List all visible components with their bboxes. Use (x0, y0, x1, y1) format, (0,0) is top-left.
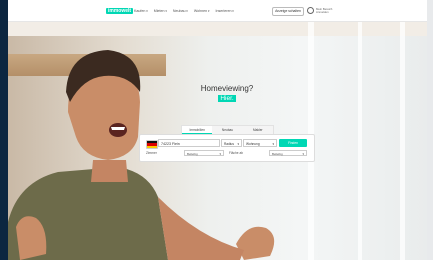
nav-item[interactable]: Kaufen (134, 9, 148, 13)
profile-menu[interactable]: Mein Bereich Anmelden (307, 7, 332, 14)
tab-immobilien[interactable]: Immobilien (182, 126, 213, 134)
germany-flag-icon (146, 140, 158, 149)
main-nav: Kaufen Mieten Neubau Wohnen Inserieren (134, 9, 234, 13)
location-input[interactable]: 74223 Flein (158, 139, 220, 147)
nav-item[interactable]: Wohnen (194, 9, 210, 13)
nav-item[interactable]: Neubau (173, 9, 188, 13)
create-listing-button[interactable]: Anzeige schalten (272, 7, 304, 16)
headline-text: Homeviewing? (200, 84, 254, 93)
area-select[interactable]: Beliebig (269, 150, 307, 157)
rooms-label: Zimmer (146, 151, 157, 155)
search-button[interactable]: Finden (279, 139, 307, 147)
scrollbar[interactable] (427, 0, 433, 260)
property-type-select[interactable]: Wohnung (243, 139, 277, 148)
site-logo[interactable]: immowelt (106, 8, 135, 14)
headline-highlight: Hier. (218, 95, 236, 102)
area-label: Fläche ab (229, 151, 243, 155)
profile-line2: Anmelden (316, 9, 329, 14)
nav-item[interactable]: Inserieren (215, 9, 233, 13)
radius-select[interactable]: Radius (221, 139, 242, 148)
site-header: immowelt Kaufen Mieten Neubau Wohnen Ins… (8, 0, 427, 22)
window-frame (400, 22, 405, 260)
hero-headline: Homeviewing? Hier. (192, 84, 262, 102)
browser-viewport: immowelt Kaufen Mieten Neubau Wohnen Ins… (8, 0, 427, 260)
tab-makler[interactable]: Makler (243, 126, 273, 134)
user-icon (307, 7, 314, 14)
nav-item[interactable]: Mieten (154, 9, 167, 13)
logo-mark: immowelt (106, 8, 134, 14)
search-panel: 74223 Flein Radius Wohnung Finden Zimmer… (139, 134, 315, 162)
rooms-select[interactable]: Beliebig (184, 150, 224, 157)
window-frame (358, 22, 362, 260)
tab-neubau[interactable]: Neubau (212, 126, 242, 134)
